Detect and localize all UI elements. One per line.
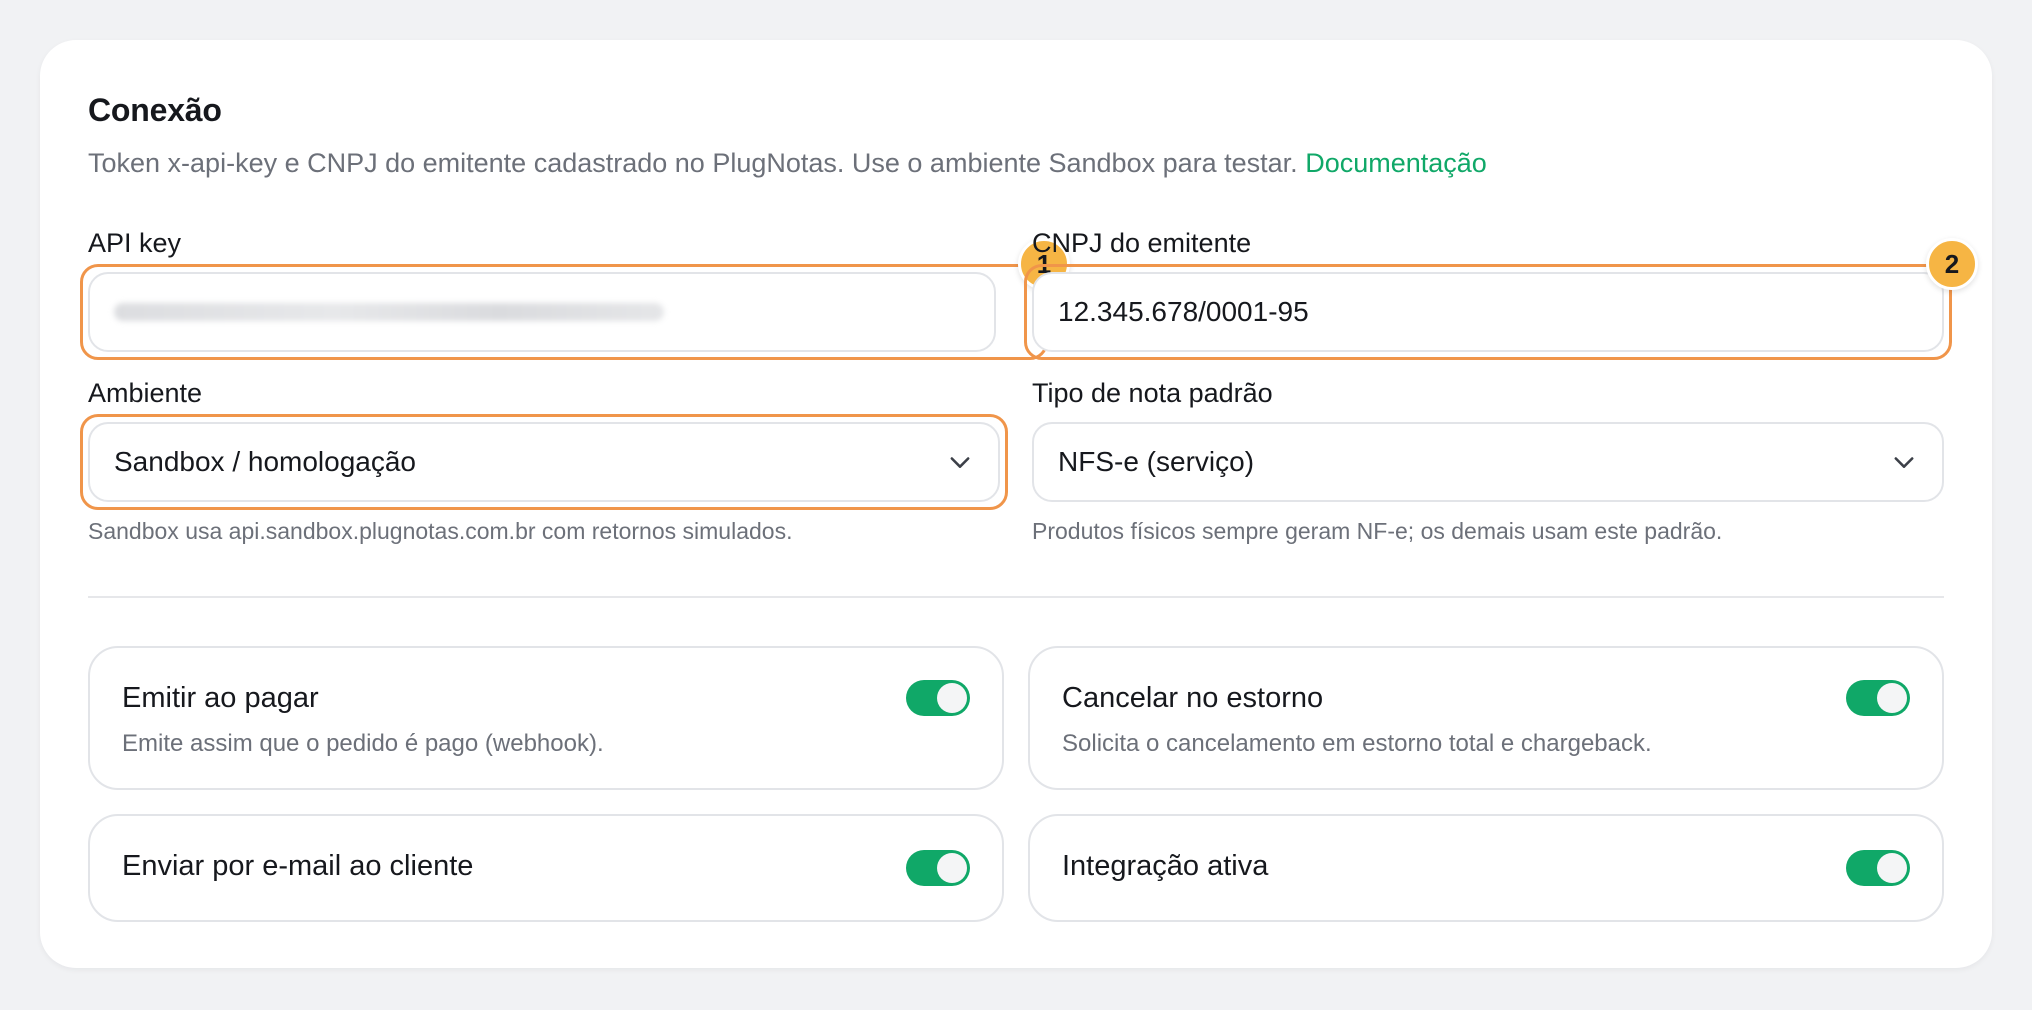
toggle-emitir-ao-pagar[interactable] — [906, 680, 970, 716]
documentation-link[interactable]: Documentação — [1305, 148, 1487, 178]
cnpj-input[interactable]: 12.345.678/0001-95 — [1032, 272, 1944, 352]
ambiente-label: Ambiente — [88, 378, 203, 408]
toggle-cancelar-no-estorno[interactable] — [1846, 680, 1910, 716]
ambiente-selected-value: Sandbox / homologação — [114, 446, 416, 477]
api-key-label: API key — [88, 228, 182, 258]
api-key-input[interactable] — [88, 272, 996, 352]
chevron-down-icon — [950, 457, 970, 468]
section-divider — [88, 596, 1944, 598]
connection-card: Conexão Token x-api-key e CNPJ do emiten… — [40, 40, 1992, 968]
section-title: Conexão — [88, 92, 222, 128]
tipo-nota-label: Tipo de nota padrão — [1032, 378, 1273, 408]
tipo-nota-selected-value: NFS-e (serviço) — [1058, 446, 1255, 477]
callout-badge-2: 2 — [1926, 238, 1978, 290]
subtitle-text: Token x-api-key e CNPJ do emitente cadas… — [88, 148, 1298, 178]
toggle-integracao-ativa[interactable] — [1846, 850, 1910, 886]
option-cancelar-no-estorno: Cancelar no estorno Solicita o cancelame… — [1028, 646, 1944, 790]
toggle-knob — [937, 853, 967, 883]
tipo-nota-hint: Produtos físicos sempre geram NF-e; os d… — [1032, 518, 1723, 544]
option-emitir-ao-pagar: Emitir ao pagar Emite assim que o pedido… — [88, 646, 1004, 790]
option-integracao-ativa: Integração ativa — [1028, 814, 1944, 922]
toggle-knob — [937, 683, 967, 713]
tipo-nota-select[interactable]: NFS-e (serviço) — [1032, 422, 1944, 502]
toggle-knob — [1877, 683, 1907, 713]
option-description: Solicita o cancelamento em estorno total… — [1062, 730, 1652, 757]
option-enviar-email: Enviar por e-mail ao cliente — [88, 814, 1004, 922]
option-title: Emitir ao pagar — [122, 682, 319, 714]
chevron-down-icon — [1894, 457, 1914, 468]
ambiente-hint: Sandbox usa api.sandbox.plugnotas.com.br… — [88, 518, 793, 544]
cnpj-value: 12.345.678/0001-95 — [1058, 296, 1309, 327]
cnpj-label: CNPJ do emitente — [1032, 228, 1252, 258]
toggle-knob — [1877, 853, 1907, 883]
ambiente-select[interactable]: Sandbox / homologação — [88, 422, 1000, 502]
option-title: Enviar por e-mail ao cliente — [122, 850, 474, 882]
option-title: Integração ativa — [1062, 850, 1269, 882]
option-description: Emite assim que o pedido é pago (webhook… — [122, 730, 604, 757]
toggle-enviar-email[interactable] — [906, 850, 970, 886]
api-key-masked-value — [114, 303, 664, 321]
option-title: Cancelar no estorno — [1062, 682, 1324, 714]
section-subtitle: Token x-api-key e CNPJ do emitente cadas… — [88, 148, 1487, 179]
